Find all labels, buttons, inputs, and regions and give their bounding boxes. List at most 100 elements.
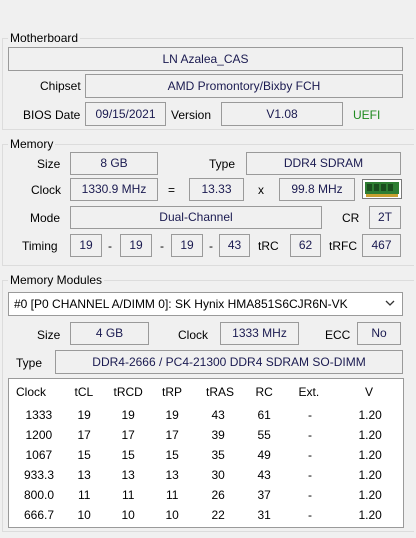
memory-mode-label: Mode: [30, 211, 61, 225]
table-cell-ext: -: [308, 468, 312, 482]
chipset-field[interactable]: AMD Promontory/Bixby FCH: [85, 74, 403, 98]
table-cell-ext: -: [308, 488, 312, 502]
table-cell-trp: 19: [165, 408, 179, 422]
table-cell-trcd: 17: [121, 428, 135, 442]
memory-mode-field[interactable]: Dual-Channel: [70, 206, 322, 229]
motherboard-group-title: Motherboard: [8, 31, 81, 45]
table-cell-rc: 49: [257, 448, 271, 462]
table-cell-tras: 35: [211, 448, 225, 462]
trfc-field[interactable]: 467: [362, 234, 401, 257]
table-cell-trcd: 13: [121, 468, 135, 482]
column-header-trp: tRP: [162, 385, 183, 399]
timing-dash-3: -: [209, 239, 213, 253]
timing-trcd-field[interactable]: 19: [120, 234, 152, 257]
timing-label: Timing: [22, 239, 58, 253]
table-cell-tras: 26: [211, 488, 225, 502]
table-cell-tras: 39: [211, 428, 225, 442]
memory-clock-field[interactable]: 1330.9 MHz: [70, 178, 158, 201]
column-header-tcl: tCL: [74, 385, 94, 399]
module-select[interactable]: #0 [P0 CHANNEL A/DIMM 0]: SK Hynix HMA85…: [8, 292, 403, 316]
table-cell-trp: 11: [166, 488, 179, 502]
times-sign: x: [258, 183, 264, 197]
module-size-field[interactable]: 4 GB: [70, 322, 149, 345]
multiplier-field[interactable]: 13.33: [189, 178, 244, 201]
table-cell-rc: 55: [257, 428, 271, 442]
column-header-rc: RC: [255, 385, 273, 399]
table-cell-trp: 13: [165, 468, 179, 482]
uefi-label: UEFI: [353, 108, 381, 122]
table-cell-clock: 800.0: [24, 488, 55, 502]
table-cell-rc: 43: [257, 468, 271, 482]
timing-trp-field[interactable]: 19: [171, 234, 203, 257]
table-cell-clock: 1200: [25, 428, 53, 442]
table-cell-clock: 1333: [25, 408, 53, 422]
memory-type-label: Type: [209, 157, 236, 171]
table-cell-voltage: 1.20: [358, 408, 382, 422]
table-cell-trcd: 15: [121, 448, 135, 462]
column-header-trcd: tRCD: [113, 385, 143, 399]
timing-dash-2: -: [160, 239, 164, 253]
table-cell-voltage: 1.20: [358, 428, 382, 442]
module-select-value: #0 [P0 CHANNEL A/DIMM 0]: SK Hynix HMA85…: [14, 297, 348, 311]
table-cell-trcd: 19: [121, 408, 135, 422]
module-ecc-field[interactable]: No: [357, 322, 401, 345]
version-field[interactable]: V1.08: [221, 102, 343, 126]
memory-type-field[interactable]: DDR4 SDRAM: [246, 152, 401, 175]
column-header-voltage: V: [365, 385, 374, 399]
motherboard-name-field[interactable]: LN Azalea_CAS: [8, 47, 403, 71]
cr-label: CR: [342, 211, 360, 225]
table-cell-voltage: 1.20: [358, 448, 382, 462]
table-cell-clock: 933.3: [24, 468, 55, 482]
memory-modules-group-title: Memory Modules: [8, 273, 105, 287]
module-clock-label: Clock: [178, 328, 209, 342]
table-cell-tras: 30: [211, 468, 225, 482]
chipset-label: Chipset: [40, 79, 81, 93]
trc-label: tRC: [258, 239, 279, 253]
table-cell-ext: -: [308, 408, 312, 422]
trc-field[interactable]: 62: [290, 234, 321, 257]
table-cell-clock: 666.7: [24, 508, 55, 522]
memory-clock-label: Clock: [31, 183, 62, 197]
table-cell-clock: 1067: [25, 448, 53, 462]
trfc-label: tRFC: [329, 239, 357, 253]
table-cell-trp: 15: [165, 448, 179, 462]
table-cell-ext: -: [308, 448, 312, 462]
module-clock-field[interactable]: 1333 MHz: [220, 322, 299, 345]
table-cell-ext: -: [308, 508, 312, 522]
table-cell-rc: 37: [257, 488, 271, 502]
table-cell-tras: 22: [211, 508, 225, 522]
version-label: Version: [171, 108, 212, 122]
column-header-ext: Ext.: [298, 385, 320, 399]
bios-date-label: BIOS Date: [23, 108, 81, 122]
module-ecc-label: ECC: [325, 328, 351, 342]
table-cell-voltage: 1.20: [358, 508, 382, 522]
table-cell-ext: -: [308, 428, 312, 442]
timing-tcl-field[interactable]: 19: [70, 234, 102, 257]
cr-field[interactable]: 2T: [369, 206, 401, 229]
table-cell-tcl: 10: [77, 508, 91, 522]
table-cell-trcd: 11: [122, 488, 135, 502]
chevron-down-icon: [385, 300, 395, 306]
timings-table: Clock tCL tRCD tRP tRAS RC Ext. V 1333 19 19 19 43 61…: [8, 378, 404, 528]
bus-clock-field[interactable]: 99.8 MHz: [279, 178, 355, 201]
bios-date-field[interactable]: 09/15/2021: [85, 102, 166, 126]
timing-dash-1: -: [108, 239, 112, 253]
column-header-tras: tRAS: [206, 385, 235, 399]
table-cell-trp: 10: [165, 508, 179, 522]
memory-size-label: Size: [37, 157, 61, 171]
equals-sign: =: [168, 183, 176, 197]
module-type-field[interactable]: DDR4-2666 / PC4-21300 DDR4 SDRAM SO-DIMM: [55, 350, 403, 374]
table-cell-tcl: 11: [78, 488, 91, 502]
table-cell-voltage: 1.20: [358, 468, 382, 482]
table-cell-trcd: 10: [121, 508, 135, 522]
memory-size-field[interactable]: 8 GB: [70, 152, 158, 175]
table-cell-tcl: 19: [77, 408, 91, 422]
table-cell-tcl: 13: [77, 468, 91, 482]
table-cell-trp: 17: [165, 428, 179, 442]
module-size-label: Size: [37, 328, 61, 342]
table-cell-rc: 61: [257, 408, 271, 422]
table-cell-voltage: 1.20: [358, 488, 382, 502]
table-cell-rc: 31: [257, 508, 271, 522]
table-cell-tras: 43: [211, 408, 225, 422]
timing-tras-field[interactable]: 43: [219, 234, 250, 257]
